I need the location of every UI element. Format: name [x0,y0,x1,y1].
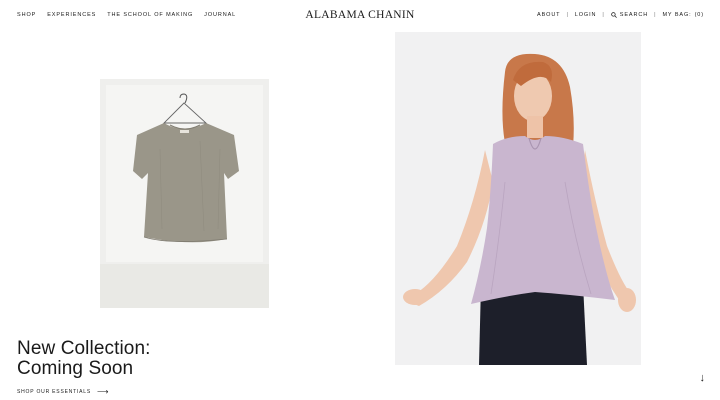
search-icon [611,12,617,18]
nav-about[interactable]: ABOUT [537,12,560,18]
scroll-down-icon[interactable]: ↓ [700,372,706,384]
nav-login[interactable]: LOGIN [575,12,597,18]
hero-headline: New Collection: Coming Soon [17,339,151,379]
nav-separator: | [654,12,657,18]
nav-experiences[interactable]: EXPERIENCES [47,12,96,18]
nav-school-of-making[interactable]: THE SCHOOL OF MAKING [107,12,193,18]
hero-headline-line2: Coming Soon [17,358,134,379]
model-image[interactable] [395,32,641,365]
product-image-tee[interactable] [100,79,269,308]
nav-journal[interactable]: JOURNAL [204,12,236,18]
site-logo[interactable]: ALABAMA CHANIN [305,9,414,21]
shop-essentials-label: SHOP OUR ESSENTIALS [17,388,92,395]
search-button[interactable]: SEARCH [611,12,648,18]
hero-headline-line1: New Collection: [17,338,151,359]
search-label: SEARCH [619,12,649,18]
nav-separator: | [566,12,569,18]
tee-on-hanger-illustration [133,93,239,243]
nav-shop[interactable]: SHOP [17,12,36,18]
model-illustration [403,53,636,365]
bag-label: MY BAG: [662,12,692,18]
arrow-right-icon: ⟶ [97,387,110,396]
my-bag-button[interactable]: MY BAG: (0) [662,12,704,18]
primary-nav: SHOP EXPERIENCES THE SCHOOL OF MAKING JO… [17,12,236,18]
shop-essentials-link[interactable]: SHOP OUR ESSENTIALS ⟶ [17,387,109,396]
utility-nav: ABOUT | LOGIN | SEARCH | MY BAG: (0) [537,12,704,18]
top-navigation: SHOP EXPERIENCES THE SCHOOL OF MAKING JO… [0,0,720,30]
bag-count: (0) [694,12,704,18]
nav-separator: | [602,12,605,18]
